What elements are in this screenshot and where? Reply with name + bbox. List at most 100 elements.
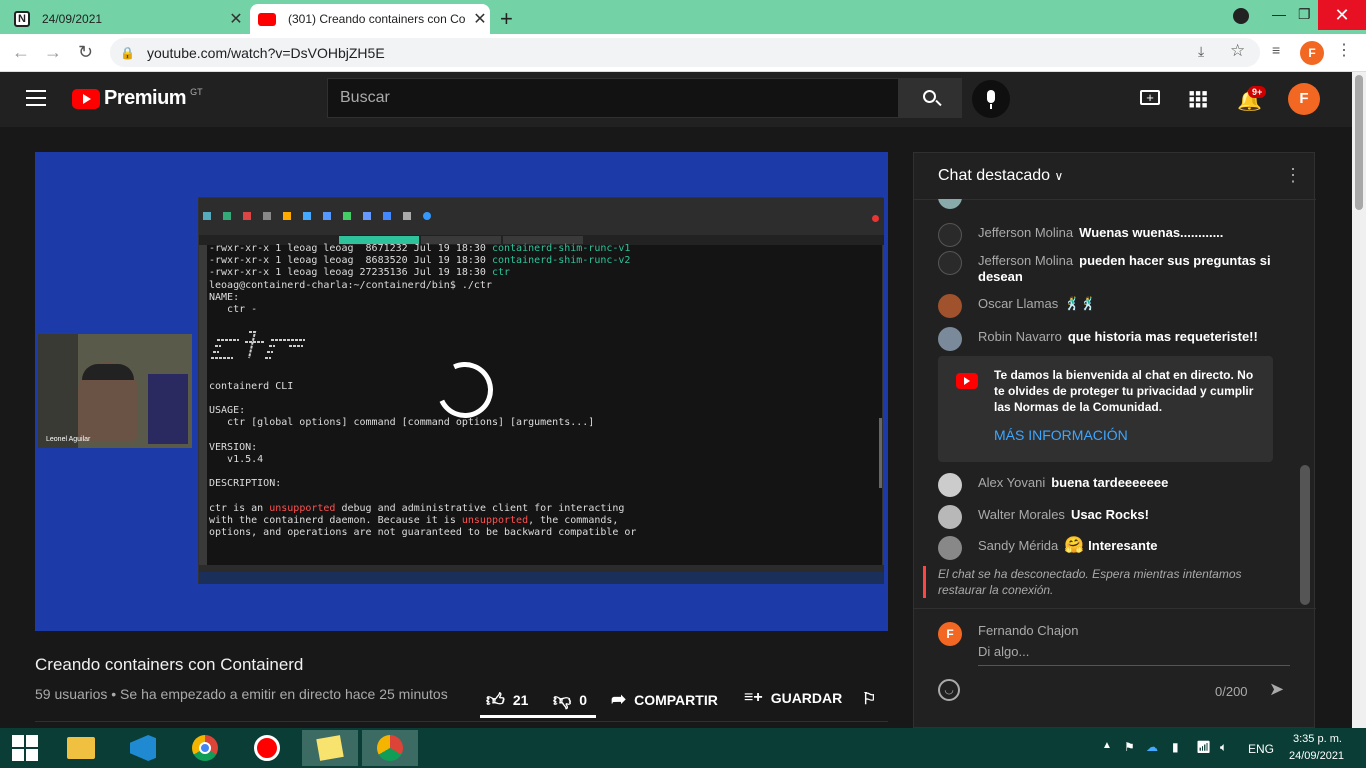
youtube-music-icon[interactable] [252, 733, 282, 763]
toolbar-icon [223, 212, 231, 220]
browser-menu-icon[interactable]: ⋮ [1336, 40, 1352, 60]
close-window-button[interactable]: ✕ [1318, 0, 1366, 30]
mic-button[interactable] [972, 80, 1010, 118]
chrome-icon[interactable] [190, 733, 220, 763]
bookmark-star-icon[interactable]: ☆ [1230, 41, 1245, 61]
flag-icon[interactable]: ⚑ [1124, 740, 1135, 754]
exit-icon [872, 215, 879, 222]
onedrive-icon[interactable]: ☁ [1146, 740, 1158, 754]
close-icon[interactable]: ✕ [470, 9, 490, 29]
youtube-play-icon [72, 88, 100, 109]
disconnected-indicator [923, 566, 926, 598]
terminal-output: -rwxr-xr-x 1 leoag leoag 8671232 Jul 19 … [209, 243, 637, 539]
dislike-button[interactable]: 👎︎ 0 [553, 689, 587, 711]
youtube-logo[interactable]: Premium GT [72, 87, 203, 110]
vscode-icon[interactable] [128, 733, 158, 763]
divider [35, 721, 888, 722]
share-button[interactable]: ➦ COMPARTIR [611, 689, 718, 710]
terminal-status-bar [199, 565, 884, 572]
toolbar-icon [243, 212, 251, 220]
chat-scrollbar[interactable] [1300, 465, 1310, 605]
thumbs-down-icon: 👎︎ [553, 690, 572, 710]
send-icon[interactable]: ➤ [1269, 679, 1284, 700]
toolbar-icon [363, 212, 371, 220]
create-video-icon[interactable]: + [1140, 90, 1160, 105]
chat-message[interactable]: Sandy Mérida 🤗 Interesante [938, 536, 1278, 560]
volume-icon[interactable]: 🔈︎ [1220, 740, 1227, 755]
sticky-notes-icon[interactable] [302, 730, 358, 766]
search-input[interactable]: Buscar [327, 78, 899, 118]
report-flag-button[interactable]: ⚐ [862, 689, 876, 709]
notification-badge: 9+ [1248, 86, 1267, 98]
emoji-picker-icon[interactable]: ◡ [938, 679, 960, 701]
emoji-icon: 🤗 [1064, 537, 1085, 554]
region-code: GT [190, 87, 203, 97]
new-tab-button[interactable]: + [500, 6, 513, 32]
toolbar-icon [403, 212, 411, 220]
chat-menu-icon[interactable]: ⋮ [1284, 165, 1302, 186]
avatar [938, 223, 962, 247]
more-info-link[interactable]: MÁS INFORMACIÓN [994, 427, 1128, 443]
notion-icon: N [14, 11, 30, 27]
like-ratio-bar [480, 715, 596, 718]
forward-icon[interactable]: → [44, 42, 62, 63]
profile-avatar[interactable]: F [1300, 41, 1324, 65]
toolbar-icon [203, 212, 211, 220]
save-button[interactable]: ≡+ GUARDAR [744, 689, 842, 707]
chat-header: Chat destacado ∨ ⋮ [914, 153, 1316, 200]
search-button[interactable] [898, 78, 962, 118]
notice-text: Te damos la bienvenida al chat en direct… [994, 368, 1254, 414]
user-avatar: F [938, 622, 962, 646]
chrome-profile-icon[interactable] [362, 730, 418, 766]
chat-message[interactable]: Walter Morales Usac Rocks! [938, 505, 1278, 529]
chat-message[interactable]: Jefferson Molina pueden hacer sus pregunt… [938, 251, 1278, 285]
battery-icon[interactable]: ▮ [1172, 740, 1179, 754]
share-icon: ➦ [611, 689, 627, 709]
tab-label: 24/09/2021 [42, 12, 103, 26]
chat-mode-dropdown[interactable]: Chat destacado ∨ [938, 167, 1063, 185]
browser-tab-bar: N 24/09/2021 ✕ (301) Creando containers … [0, 0, 1366, 34]
page-scrollbar-thumb[interactable] [1355, 75, 1363, 210]
clock-date[interactable]: 24/09/2021 [1289, 750, 1344, 762]
user-avatar[interactable]: F [1288, 83, 1320, 115]
maximize-button[interactable]: ❐ [1298, 6, 1311, 23]
chat-input-area: F Fernando Chajon Di algo... ◡ 0/200 ➤ [914, 608, 1316, 729]
file-explorer-icon[interactable] [66, 733, 96, 763]
language-indicator[interactable]: ENG [1248, 742, 1274, 756]
like-button[interactable]: 👍︎ 21 [486, 689, 528, 711]
browser-tab-youtube[interactable]: (301) Creando containers con Co ✕ [250, 4, 490, 34]
like-count: 21 [512, 692, 529, 708]
clock-time[interactable]: 3:35 p. m. [1293, 733, 1342, 745]
address-bar[interactable]: 🔒 youtube.com/watch?v=DsVOHbjZH5E [110, 38, 1260, 67]
avatar [938, 251, 962, 275]
minimize-button[interactable]: — [1272, 6, 1286, 22]
live-chat-panel: Chat destacado ∨ ⋮ Jefferson Molina Wuena… [913, 152, 1316, 729]
reload-icon[interactable]: ↻ [78, 42, 93, 63]
browser-tab-notion[interactable]: N 24/09/2021 ✕ [14, 4, 246, 34]
close-icon[interactable]: ✕ [226, 9, 246, 29]
apps-grid-icon[interactable]: ■■■ ■■■ ■■■ [1189, 89, 1208, 110]
disconnected-message: El chat se ha desconectado. Espera mient… [938, 567, 1242, 597]
network-icon[interactable]: 📶︎ [1196, 740, 1211, 754]
show-hidden-icons[interactable]: ▲ [1102, 740, 1112, 751]
install-icon[interactable]: ⤓ [1198, 43, 1204, 60]
reading-list-icon[interactable]: ≡ [1272, 42, 1280, 58]
chat-message[interactable]: Alex Yovani buena tardeeeeeee [938, 473, 1278, 497]
welcome-notice: Te damos la bienvenida al chat en direct… [938, 356, 1273, 462]
back-icon[interactable]: ← [12, 42, 30, 63]
windows-start-icon[interactable] [10, 733, 40, 763]
chat-message[interactable]: Oscar Llamas 🕺🕺 [938, 294, 1278, 318]
search-icon [923, 90, 936, 103]
chat-message[interactable]: Robin Navarro que historia mas requeteris… [938, 327, 1278, 351]
webcam-overlay: Leonel Aguilar [38, 334, 192, 448]
chat-message[interactable]: Jefferson Molina Wuenas wuenas...........… [938, 223, 1278, 247]
tab-search-icon[interactable] [1233, 8, 1249, 24]
share-label: COMPARTIR [634, 691, 718, 708]
mic-icon [987, 90, 995, 103]
flag-icon: ⚐ [862, 691, 877, 708]
hamburger-menu-icon[interactable] [26, 90, 46, 106]
toolbar-icon [283, 212, 291, 220]
chat-input[interactable]: Di algo... [978, 644, 1290, 666]
toolbar-icon [383, 212, 391, 220]
terminal-scrollbar [879, 418, 882, 488]
